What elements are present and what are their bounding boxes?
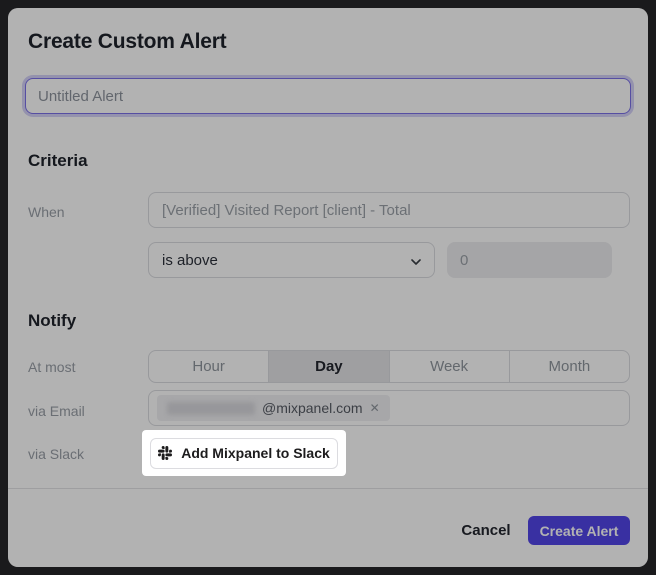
- create-custom-alert-dialog: Create Custom Alert Criteria When [Verif…: [8, 8, 648, 567]
- frequency-option-week[interactable]: Week: [389, 351, 509, 382]
- via-email-label: via Email: [28, 403, 85, 419]
- slack-button-label: Add Mixpanel to Slack: [181, 445, 330, 461]
- frequency-segmented-control: Hour Day Week Month: [148, 350, 630, 383]
- via-slack-label: via Slack: [28, 446, 84, 462]
- at-most-label: At most: [28, 359, 75, 375]
- alert-name-input[interactable]: [25, 78, 631, 114]
- operator-selected-value: is above: [162, 252, 218, 269]
- metric-field-text: [Verified] Visited Report [client] - Tot…: [162, 202, 411, 219]
- when-label: When: [28, 204, 65, 220]
- threshold-input[interactable]: 0: [447, 242, 612, 278]
- close-icon[interactable]: ✕: [370, 402, 380, 414]
- chevron-down-icon: [411, 252, 421, 269]
- frequency-option-month[interactable]: Month: [509, 351, 629, 382]
- email-chip-domain: @mixpanel.com: [262, 400, 363, 416]
- email-recipients-input[interactable]: @mixpanel.com ✕: [148, 390, 630, 426]
- dialog-title: Create Custom Alert: [28, 30, 226, 54]
- metric-field[interactable]: [Verified] Visited Report [client] - Tot…: [148, 192, 630, 228]
- email-chip: @mixpanel.com ✕: [157, 395, 390, 421]
- slack-icon: [158, 446, 172, 460]
- email-username-redacted: [167, 402, 255, 415]
- threshold-value: 0: [460, 252, 468, 269]
- create-alert-button[interactable]: Create Alert: [528, 516, 630, 545]
- notify-heading: Notify: [28, 311, 76, 331]
- frequency-option-hour[interactable]: Hour: [149, 351, 268, 382]
- cancel-button[interactable]: Cancel: [454, 516, 518, 545]
- criteria-heading: Criteria: [28, 151, 88, 171]
- slack-button-spotlight: Add Mixpanel to Slack: [142, 430, 346, 476]
- add-mixpanel-to-slack-button[interactable]: Add Mixpanel to Slack: [150, 438, 338, 469]
- operator-select[interactable]: is above: [148, 242, 435, 278]
- footer-divider: [8, 488, 648, 489]
- frequency-option-day[interactable]: Day: [268, 351, 388, 382]
